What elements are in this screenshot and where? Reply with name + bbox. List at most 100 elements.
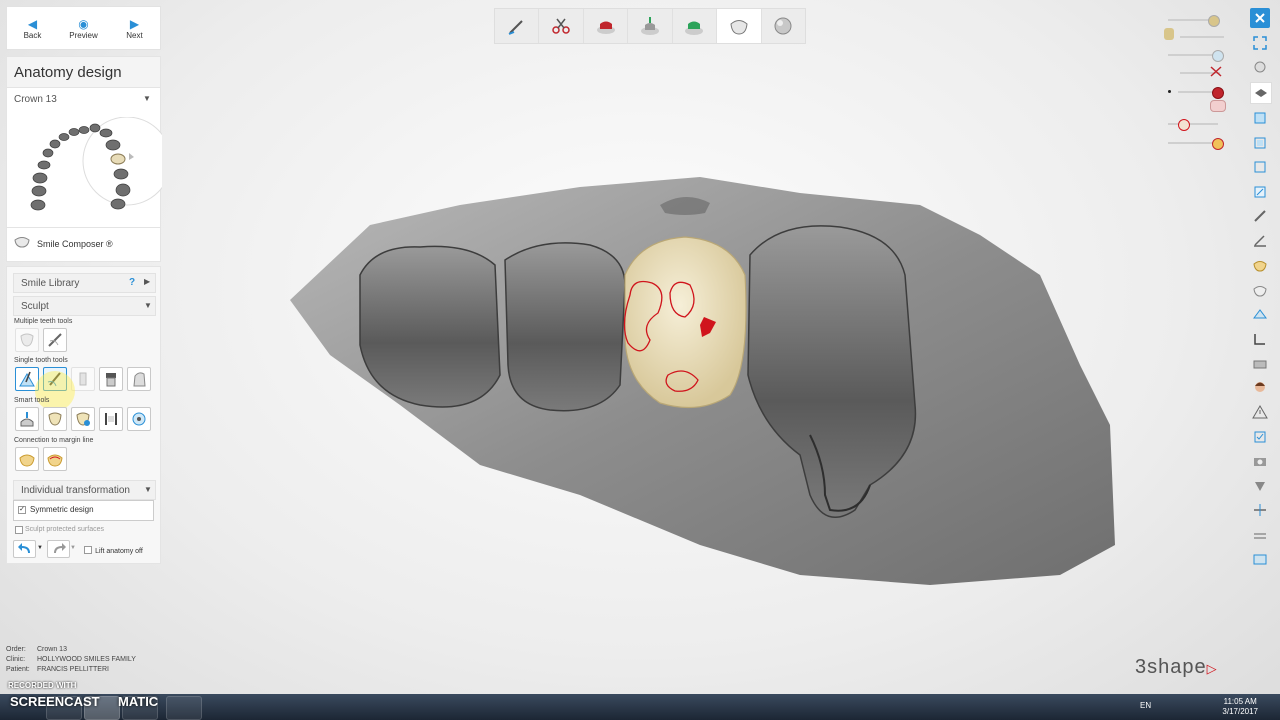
crown-icon — [730, 20, 748, 35]
multi-tooth-sculpt-button[interactable] — [43, 328, 67, 352]
tooth-target-icon — [132, 412, 146, 426]
close-icon[interactable] — [1250, 8, 1270, 28]
view-front-icon[interactable] — [1250, 133, 1270, 153]
redo-button[interactable] — [47, 540, 70, 558]
step-cement[interactable] — [628, 9, 673, 43]
morph-tool-button[interactable] — [71, 367, 95, 391]
warning-icon[interactable] — [1250, 402, 1270, 422]
snapshot-icon[interactable] — [1250, 451, 1270, 471]
crown-margin-icon — [19, 454, 35, 467]
tooth-move-icon — [20, 412, 34, 427]
help-icon[interactable]: ? — [129, 277, 135, 288]
step-margin[interactable] — [495, 9, 540, 43]
anatomy-panel: Anatomy design Crown 13 ▼ Smile Composer… — [6, 56, 162, 262]
undo-icon — [17, 543, 30, 553]
crown-select[interactable]: Crown 13 ▼ — [7, 90, 160, 108]
sphere-icon — [774, 17, 792, 35]
sculpt-header[interactable]: Sculpt ▼ — [13, 296, 156, 316]
checkbox-icon — [15, 526, 23, 534]
opacity-slider-gingiva[interactable] — [1168, 50, 1224, 62]
undo-dropdown-icon[interactable]: ▼ — [37, 545, 43, 551]
smart-occlusion-button[interactable] — [127, 407, 151, 431]
settings-icon[interactable] — [1250, 549, 1270, 569]
chevron-down-icon: ▼ — [144, 485, 152, 494]
opacity-slider-coping[interactable] — [1168, 138, 1224, 150]
checklist-icon[interactable] — [1250, 427, 1270, 447]
symmetric-design-checkbox[interactable]: ✓ Symmetric design — [13, 500, 154, 521]
page-title: Anatomy design — [14, 64, 122, 81]
multi-tooth-move-button[interactable] — [15, 328, 39, 352]
tooth-down-icon[interactable] — [1250, 476, 1270, 496]
opacity-slider-crown[interactable] — [1168, 119, 1218, 131]
pillar-icon — [79, 372, 87, 386]
right-toolbar — [1250, 8, 1272, 574]
next-button[interactable]: ▶ Next — [109, 7, 160, 49]
crown-13[interactable] — [624, 236, 747, 409]
smart-move-button[interactable] — [15, 407, 39, 431]
step-final[interactable] — [762, 9, 805, 43]
scissors-icon — [552, 18, 570, 34]
view-side-icon[interactable] — [1250, 157, 1270, 177]
individual-transformation-header[interactable]: Individual transformation ▼ — [13, 480, 156, 500]
smart-width-button[interactable] — [99, 407, 123, 431]
face-icon[interactable] — [1250, 378, 1270, 398]
section-icon[interactable] — [1250, 500, 1270, 520]
model-viewport[interactable] — [280, 165, 1130, 595]
order-info: Order: Crown 13 Clinic: HOLLYWOOD SMILES F… — [6, 646, 136, 673]
wax-add-icon — [19, 371, 35, 387]
crown-tool-button[interactable] — [99, 367, 123, 391]
step-anatomy[interactable] — [717, 9, 762, 43]
tooth-15 — [359, 245, 501, 408]
model-icon[interactable] — [1250, 353, 1270, 373]
scissors-icon[interactable] — [1208, 64, 1224, 80]
wax-knife-icon[interactable] — [1250, 206, 1270, 226]
tooth-chart[interactable] — [22, 117, 162, 217]
jaw-view-icon[interactable] — [1250, 81, 1272, 104]
scan-icon[interactable] — [1250, 304, 1270, 324]
distance-icon[interactable] — [1250, 525, 1270, 545]
antagonist-icon[interactable] — [1164, 28, 1174, 40]
smile-composer-row[interactable]: Smile Composer ® — [7, 227, 160, 261]
opacity-slider-die[interactable] — [1178, 87, 1224, 99]
view-bottom-icon[interactable] — [1250, 182, 1270, 202]
back-button[interactable]: ◀ Back — [7, 7, 58, 49]
cut-tool-button[interactable] — [127, 367, 151, 391]
smooth-tool-button[interactable] — [43, 367, 67, 391]
smile-library-header[interactable]: Smile Library ? ▶ — [13, 273, 156, 293]
eye-icon: ◉ — [78, 16, 89, 31]
preview-button[interactable]: ◉ Preview — [58, 7, 109, 49]
margin-connect-button[interactable] — [15, 447, 39, 471]
cement-icon — [640, 17, 659, 35]
measure-icon[interactable] — [1250, 231, 1270, 251]
step-die[interactable] — [584, 9, 629, 43]
crown-icon — [106, 373, 116, 387]
opacity-slider-antagonist[interactable] — [1180, 36, 1224, 38]
add-remove-wax-button[interactable] — [15, 367, 39, 391]
sculpt-protected-checkbox[interactable]: Sculpt protected surfaces — [13, 525, 154, 537]
clock[interactable]: 11:05 AM 3/17/2017 — [1222, 697, 1258, 717]
smart-rotate-button[interactable] — [71, 407, 95, 431]
view-top-icon[interactable] — [1250, 108, 1270, 128]
smart-scale-button[interactable] — [43, 407, 67, 431]
step-insertion[interactable] — [539, 9, 584, 43]
step-coping[interactable] — [673, 9, 718, 43]
undo-button[interactable] — [13, 540, 36, 558]
redo-dropdown-icon[interactable]: ▼ — [70, 545, 76, 551]
ruler-icon[interactable] — [1250, 329, 1270, 349]
opacity-slider-prep[interactable] — [1168, 15, 1220, 27]
fullscreen-icon[interactable] — [1250, 33, 1270, 53]
taskbar-app[interactable] — [166, 696, 202, 720]
margin-adapt-button[interactable] — [43, 447, 67, 471]
die-icon[interactable] — [1210, 100, 1226, 112]
arrow-left-icon: ◀ — [27, 16, 38, 31]
tooth-outline-icon[interactable] — [1250, 280, 1270, 300]
lift-anatomy-checkbox[interactable]: Lift anatomy off — [84, 544, 143, 556]
brush-icon — [47, 372, 61, 387]
rotate-view-icon[interactable] — [1250, 57, 1270, 77]
checkbox-checked-icon: ✓ — [18, 506, 26, 514]
chevron-down-icon: ▼ — [143, 94, 151, 103]
crown-gold-icon[interactable] — [1250, 255, 1270, 275]
brand-triangle-icon: ▷ — [1206, 661, 1218, 676]
wax-knife-icon — [48, 333, 62, 347]
taskbar: EN 11:05 AM 3/17/2017 — [0, 694, 1280, 720]
